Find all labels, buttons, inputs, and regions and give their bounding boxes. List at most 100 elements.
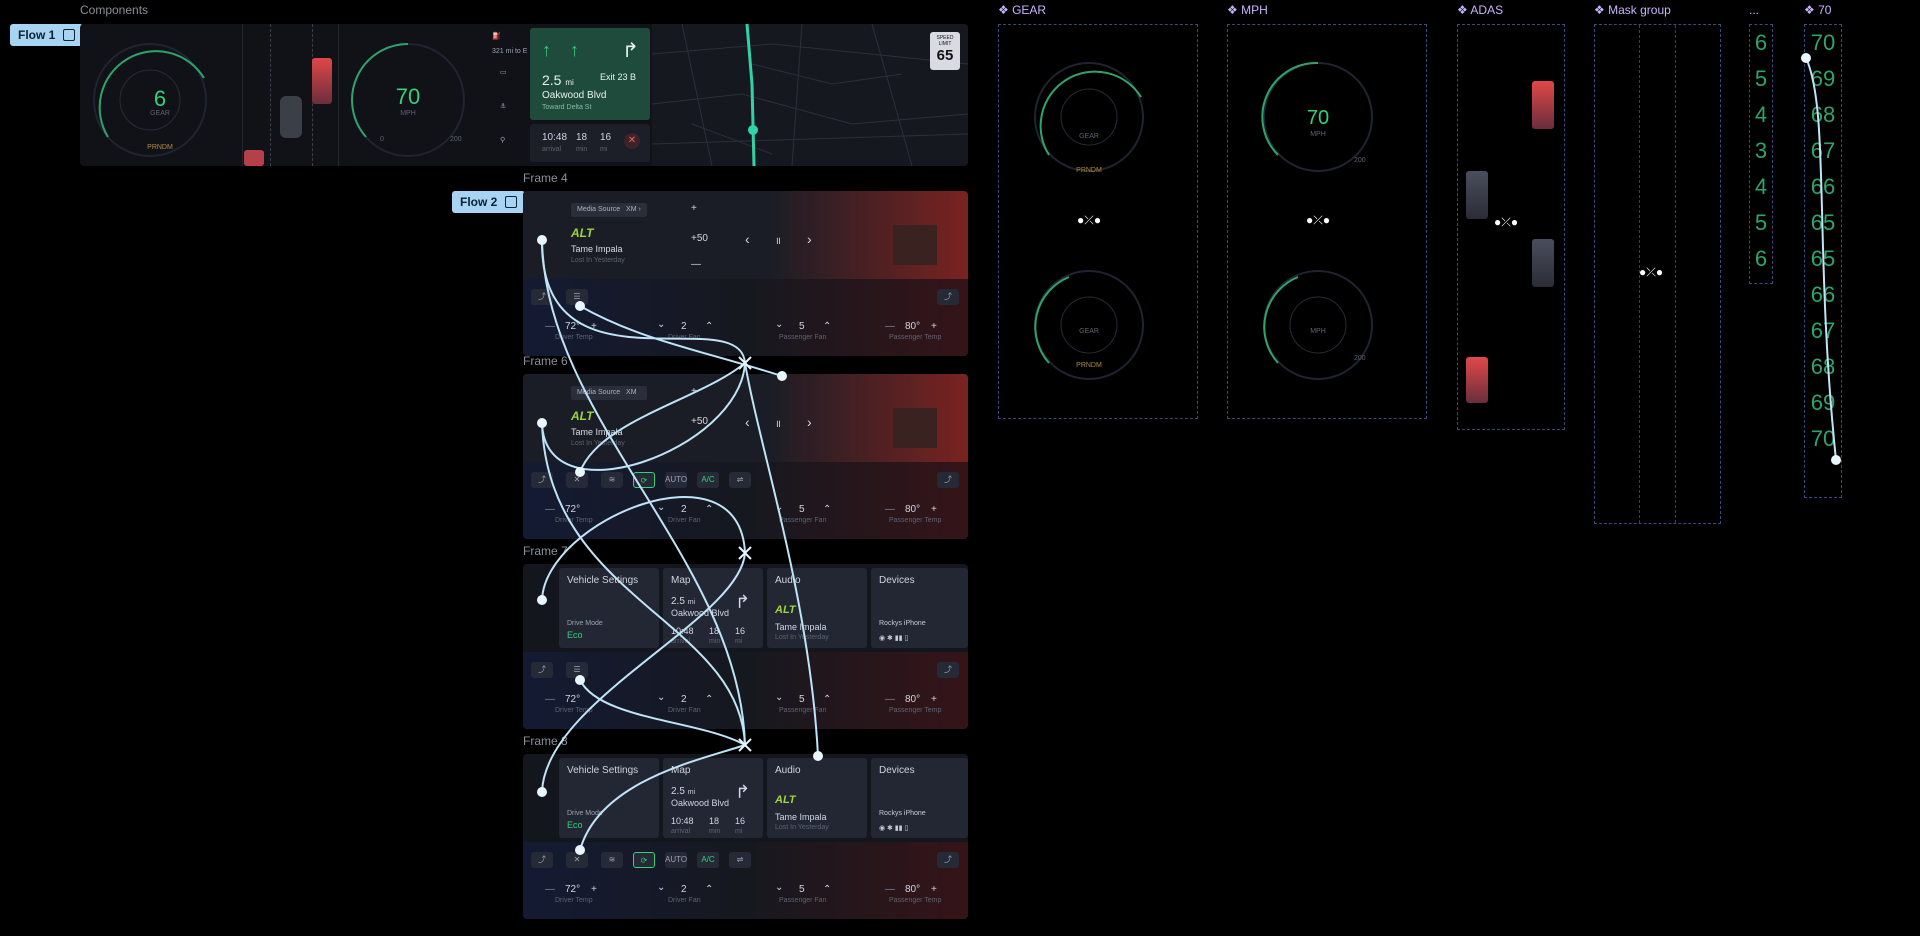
flow-1-tag[interactable]: Flow 1	[10, 24, 84, 46]
speed-digit: 69	[1810, 66, 1836, 91]
mph-component-set[interactable]: 70 MPH 200 ●⤫● MPH 200	[1227, 24, 1427, 419]
pass-temp-down[interactable]: —	[885, 694, 895, 705]
auto-button[interactable]: AUTO	[665, 852, 687, 868]
driver-temp-down[interactable]: —	[545, 884, 555, 895]
next-button[interactable]: ›	[807, 414, 812, 430]
media-source-dropdown[interactable]: Media Source XM ›	[571, 203, 647, 217]
volume-up-button[interactable]: +	[691, 203, 697, 214]
smart-animate-icon: ●⤫●	[1306, 213, 1331, 227]
driver-temp-up[interactable]: +	[591, 321, 597, 332]
fresh-air-icon[interactable]: ⇌	[729, 852, 751, 868]
auto-button[interactable]: AUTO	[665, 472, 687, 488]
ac-button[interactable]: A/C	[697, 472, 719, 488]
map-distance-unit: mi	[687, 789, 696, 796]
pause-button[interactable]: ॥	[775, 416, 781, 430]
flow-2-tag[interactable]: Flow 2	[452, 191, 526, 213]
vehicle-settings-card[interactable]: Vehicle Settings Drive Mode Eco	[559, 758, 659, 838]
pass-temp-down[interactable]: —	[885, 321, 895, 332]
route-icon[interactable]: ⤴	[531, 852, 553, 868]
pass-fan-down[interactable]: ⌄	[775, 882, 783, 893]
pass-fan-down[interactable]: ⌄	[775, 692, 783, 703]
driver-fan-up[interactable]: ⌃	[705, 321, 713, 332]
pass-temp-up[interactable]: +	[931, 694, 937, 705]
route-icon[interactable]: ⤴	[937, 852, 959, 868]
next-button[interactable]: ›	[807, 231, 812, 247]
route-icon[interactable]: ⤴	[937, 472, 959, 488]
pass-fan-down[interactable]: ⌄	[775, 502, 783, 513]
volume-down-button[interactable]: —	[691, 259, 701, 270]
close-icon[interactable]: ✕	[566, 852, 588, 868]
vehicle-settings-title: Vehicle Settings	[567, 575, 639, 586]
map-time-label: arrival	[671, 638, 691, 645]
ac-button[interactable]: A/C	[697, 852, 719, 868]
pass-fan-down[interactable]: ⌄	[775, 319, 783, 330]
menu-icon[interactable]: ☰	[566, 662, 588, 678]
prev-button[interactable]: ‹	[745, 414, 750, 430]
defrost-rear-icon[interactable]: ≋	[601, 852, 623, 868]
driver-temp-down[interactable]: —	[545, 504, 555, 515]
media-source-dropdown[interactable]: Media Source XM	[571, 386, 647, 400]
pass-fan-up[interactable]: ⌃	[823, 321, 831, 332]
flow-1-label: Flow 1	[18, 28, 56, 42]
vehicle-settings-card[interactable]: Vehicle Settings Drive Mode Eco	[559, 568, 659, 648]
pass-temp-down[interactable]: —	[885, 504, 895, 515]
audio-card[interactable]: Audio ALT Tame Impala Lost In Yesterday	[767, 758, 867, 838]
nav-distance: 2.5 mi	[542, 72, 574, 88]
pass-temp-down[interactable]: —	[885, 884, 895, 895]
driver-fan-up[interactable]: ⌃	[705, 884, 713, 895]
driver-fan-down[interactable]: ⌄	[657, 882, 665, 893]
pass-temp: 80°	[905, 694, 921, 705]
menu-icon[interactable]: ☰	[566, 289, 588, 305]
driver-temp-up[interactable]: +	[591, 884, 597, 895]
route-icon[interactable]: ⤴	[531, 662, 553, 678]
artist-name: Tame Impala	[571, 244, 623, 254]
driver-temp-down[interactable]: —	[545, 321, 555, 332]
prev-button[interactable]: ‹	[745, 231, 750, 247]
devices-card[interactable]: Devices Rockys iPhone ◉ ✱ ▮▮ ▯	[871, 758, 968, 838]
driver-fan-down[interactable]: ⌄	[657, 502, 665, 513]
gear-digit: 4	[1754, 174, 1768, 199]
driver-fan-label: Driver Fan	[668, 517, 701, 524]
volume-up-button[interactable]: +	[691, 386, 697, 397]
close-icon[interactable]: ✕	[566, 472, 588, 488]
driver-fan-up[interactable]: ⌃	[705, 694, 713, 705]
speed-digit-strip[interactable]: 70 69 68 67 66 65 65 66 67 68 69 70	[1804, 24, 1842, 498]
pass-temp-up[interactable]: +	[931, 884, 937, 895]
recirculate-icon[interactable]: ⟳	[633, 852, 655, 868]
station-logo: ALT	[775, 794, 796, 806]
route-icon[interactable]: ⤴	[937, 289, 959, 305]
route-icon[interactable]: ⤴	[937, 662, 959, 678]
gear-component-set[interactable]: GEAR PRNDM ●⤫● GEAR PRNDM	[998, 24, 1198, 419]
driver-temp-down[interactable]: —	[545, 694, 555, 705]
driver-fan-down[interactable]: ⌄	[657, 319, 665, 330]
fresh-air-icon[interactable]: ⇌	[729, 472, 751, 488]
adas-component-set[interactable]: ●⤫●	[1457, 24, 1565, 430]
pass-fan-up[interactable]: ⌃	[823, 884, 831, 895]
gear-digit: 5	[1754, 210, 1768, 235]
pass-fan-up[interactable]: ⌃	[823, 694, 831, 705]
audio-card[interactable]: Audio ALT Tame Impala Lost In Yesterday	[767, 568, 867, 648]
gear-digit: 3	[1754, 138, 1768, 163]
pass-fan-up[interactable]: ⌃	[823, 504, 831, 515]
route-icon[interactable]: ⤴	[531, 289, 553, 305]
defrost-rear-icon[interactable]: ≋	[601, 472, 623, 488]
map-view[interactable]	[652, 24, 968, 166]
map-card[interactable]: Map 2.5 mi Oakwood Blvd ↱ 10:48 arrival …	[663, 758, 763, 838]
song-title: Lost In Yesterday	[571, 257, 625, 264]
pass-temp-up[interactable]: +	[931, 504, 937, 515]
pass-temp-up[interactable]: +	[931, 321, 937, 332]
pass-fan: 5	[799, 504, 805, 515]
gear-gauge-variant	[1034, 62, 1144, 172]
driver-fan-up[interactable]: ⌃	[705, 504, 713, 515]
gear-digit-strip[interactable]: 6 5 4 3 4 5 6	[1749, 24, 1773, 284]
driver-fan-down[interactable]: ⌄	[657, 692, 665, 703]
route-icon[interactable]: ⤴	[531, 472, 553, 488]
map-card[interactable]: Map 2.5 mi Oakwood Blvd ↱ 10:48 arrival …	[663, 568, 763, 648]
recirculate-icon[interactable]: ⟳	[633, 472, 655, 488]
car-icon	[280, 96, 302, 138]
trip-mins-label: min	[576, 146, 588, 153]
mask-group-set[interactable]: ●⤫●	[1594, 24, 1721, 524]
close-icon[interactable]: ✕	[624, 133, 640, 149]
devices-card[interactable]: Devices Rockys iPhone ◉ ✱ ▮▮ ▯	[871, 568, 968, 648]
pause-button[interactable]: ॥	[775, 233, 781, 247]
